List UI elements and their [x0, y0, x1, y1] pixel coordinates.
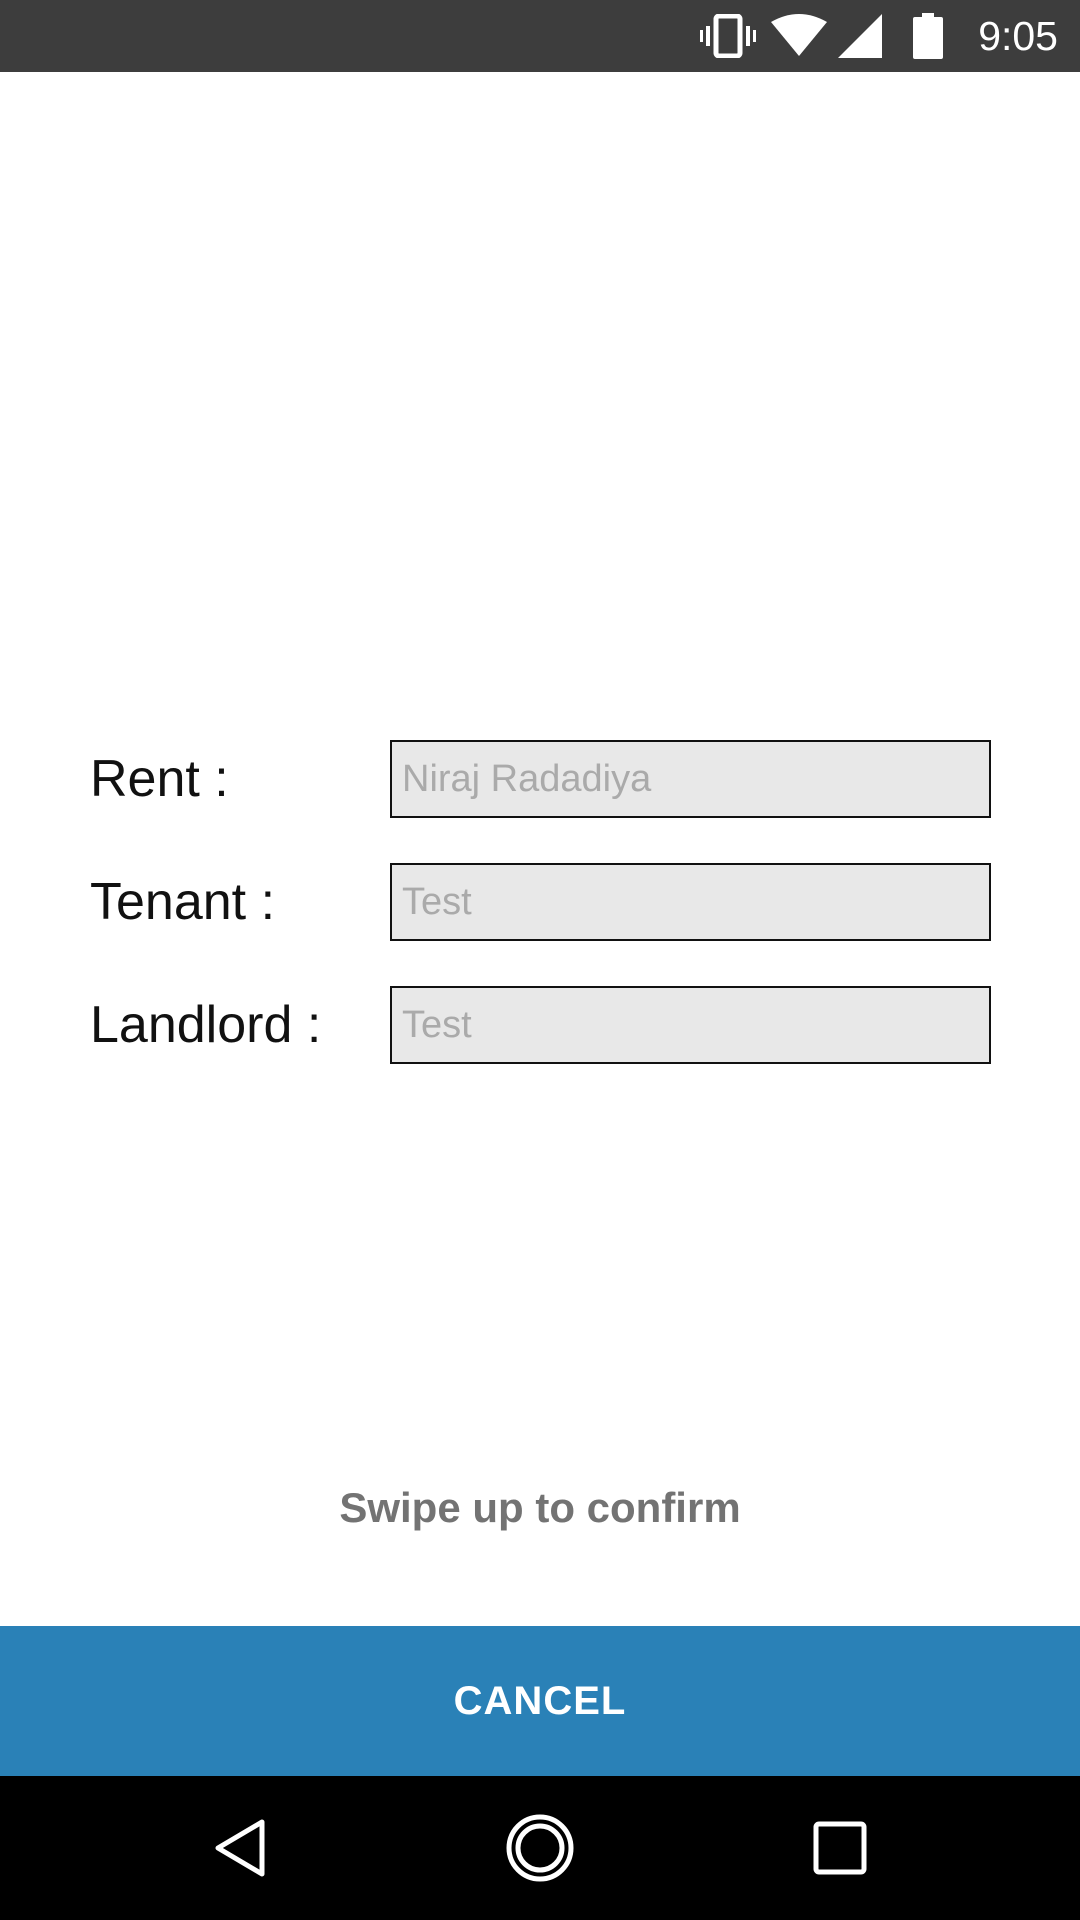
status-bar: 9:05 [0, 0, 1080, 72]
navigation-bar [0, 1776, 1080, 1920]
vibrate-icon [698, 0, 758, 72]
rent-input[interactable] [392, 742, 989, 816]
tenant-label: Tenant : [90, 873, 276, 931]
home-icon[interactable] [470, 1776, 610, 1920]
back-icon[interactable] [170, 1776, 310, 1920]
rent-row: Rent : [0, 740, 1080, 818]
landlord-field-box [390, 986, 991, 1064]
tenant-field-box [390, 863, 991, 941]
landlord-label: Landlord : [90, 996, 322, 1054]
recents-icon[interactable] [770, 1776, 910, 1920]
swipe-up-hint[interactable]: Swipe up to confirm [0, 1478, 1080, 1538]
rent-label: Rent : [90, 750, 229, 808]
tenant-row: Tenant : [0, 863, 1080, 941]
cellular-signal-icon [836, 0, 884, 72]
rent-field-box [390, 740, 991, 818]
tenant-input[interactable] [392, 865, 989, 939]
status-time: 9:05 [978, 13, 1058, 59]
battery-icon [908, 0, 948, 72]
wifi-icon [770, 0, 828, 72]
landlord-row: Landlord : [0, 986, 1080, 1064]
cancel-button[interactable]: CANCEL [0, 1626, 1080, 1776]
landlord-input[interactable] [392, 988, 989, 1062]
